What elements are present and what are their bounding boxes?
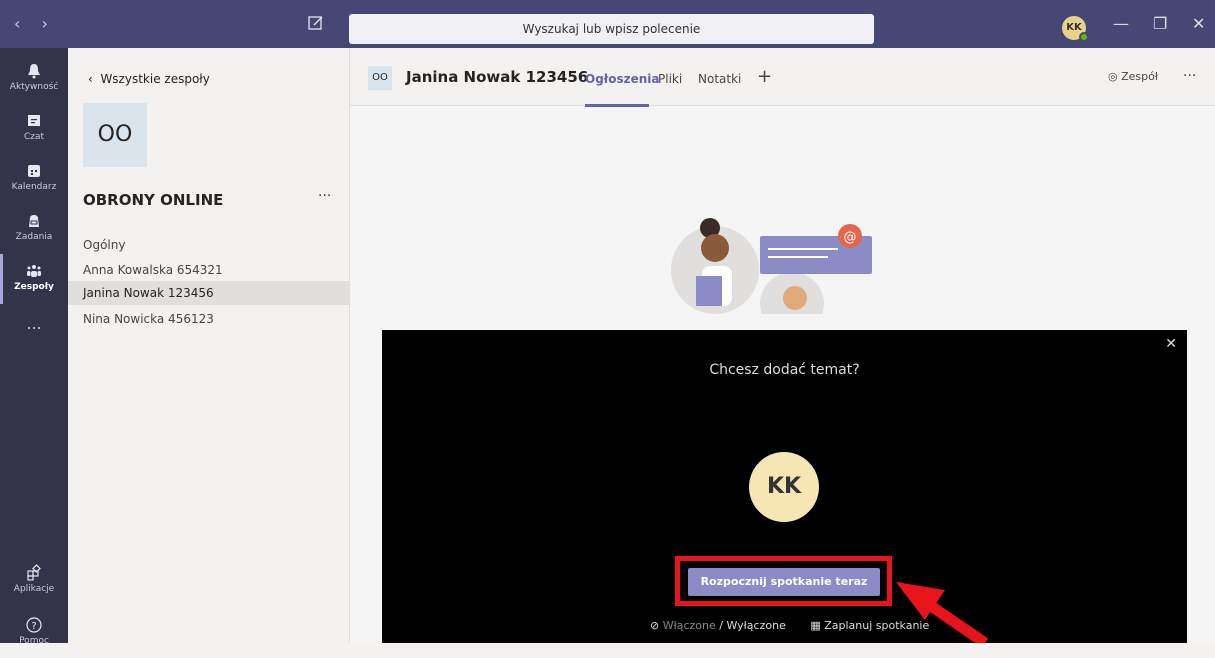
compose-icon[interactable] [306,13,326,33]
rail-item-assignments[interactable]: Zadania [0,204,68,254]
camera-off-icon[interactable]: ⊘ [650,619,663,632]
nav-arrows[interactable]: ‹ › [14,14,56,33]
channel-team-avatar: OO [368,66,392,90]
rail-more-button[interactable]: ... [0,314,68,364]
rail-label: Pomoc [19,636,49,646]
tab-posts[interactable]: Ogłoszenia [585,72,660,86]
rail-label: Kalendarz [11,182,57,192]
calendar-icon [28,165,40,177]
start-meeting-button[interactable]: Rozpocznij spotkanie teraz [688,568,880,596]
more-icon: ... [26,314,42,333]
tab-notes[interactable]: Notatki [698,72,741,86]
rail-label: Aplikacje [13,584,55,594]
add-tab-icon[interactable]: + [757,66,772,87]
rail-item-activity[interactable]: Aktywność [0,54,68,104]
minimize-icon[interactable]: — [1113,14,1129,33]
svg-text:@: @ [844,230,857,245]
profile-avatar[interactable]: KK [1062,16,1089,42]
rail-label: Czat [23,132,45,142]
assignments-icon [29,215,39,227]
teams-icon [27,265,41,277]
chevron-left-icon: ‹ [88,72,101,86]
apps-icon [27,564,41,581]
presence-icon [1079,32,1089,42]
schedule-meeting-link[interactable]: Zaplanuj spotkanie [824,619,929,632]
channel-header: OO Janina Nowak 123456 Ogłoszenia Pliki … [350,48,1215,107]
rail-item-calendar[interactable]: Kalendarz [0,154,68,204]
svg-text:?: ? [31,621,36,632]
team-panel: ‹ Wszystkie zespoły OO OBRONY ONLINE ···… [68,48,350,643]
header-more-options-icon[interactable]: ··· [1183,68,1196,84]
video-off-toggle[interactable]: Wyłączone [726,619,785,632]
rail-item-teams[interactable]: Zespoły [0,254,68,304]
channel-item[interactable]: Anna Kowalska 654321 [68,258,350,282]
back-to-teams-link[interactable]: ‹ Wszystkie zespoły [88,72,210,86]
toggle-separator: / [719,619,723,632]
user-avatar: KK [749,452,819,522]
avatar-initials: KK [1066,22,1082,33]
meeting-dialog: ✕ Chcesz dodać temat? KK Rozpocznij spot… [382,330,1187,643]
team-button-label: Zespół [1121,70,1158,83]
channel-item-selected[interactable]: Janina Nowak 123456 [68,281,350,305]
rail-item-help[interactable]: ? Pomoc [0,608,68,658]
app-rail: Aktywność Czat Kalendarz Zadania Zespoły… [0,48,68,646]
help-icon: ? [26,617,42,633]
title-bar: ‹ › Wyszukaj lub wpisz polecenie KK — ❐ … [0,0,1215,48]
close-icon[interactable]: ✕ [1165,336,1177,352]
calendar-schedule-icon: ▦ [810,619,825,632]
channel-item[interactable]: Nina Nowicka 456123 [68,307,350,331]
search-input[interactable]: Wyszukaj lub wpisz polecenie [349,14,874,44]
chat-icon [28,115,40,126]
welcome-illustration: @ [671,218,872,314]
video-on-toggle[interactable]: Włączone [663,619,716,632]
maximize-icon[interactable]: ❐ [1153,14,1167,33]
meeting-options: ⊘ Włączone / Wyłączone ▦ Zaplanuj spotka… [650,619,929,632]
back-label: Wszystkie zespoły [100,72,210,86]
rail-label: Zadania [15,232,53,242]
team-name: OBRONY ONLINE [83,191,224,209]
bell-icon [28,64,40,79]
rail-label: Zespoły [14,282,54,292]
meeting-topic-prompt[interactable]: Chcesz dodać temat? [382,362,1187,378]
channel-title: Janina Nowak 123456 [406,68,589,86]
close-window-icon[interactable]: ✕ [1192,14,1205,33]
channel-item[interactable]: Ogólny [68,233,350,257]
team-button[interactable]: ◎ Zespół [1108,70,1158,83]
team-avatar: OO [83,103,147,167]
rail-item-apps[interactable]: Aplikacje [0,556,68,606]
active-tab-indicator [585,104,649,107]
rail-label: Aktywność [9,82,59,92]
rail-item-chat[interactable]: Czat [0,104,68,154]
team-more-options-icon[interactable]: ··· [318,188,331,204]
eye-icon: ◎ [1108,70,1122,83]
tab-files[interactable]: Pliki [658,72,682,86]
